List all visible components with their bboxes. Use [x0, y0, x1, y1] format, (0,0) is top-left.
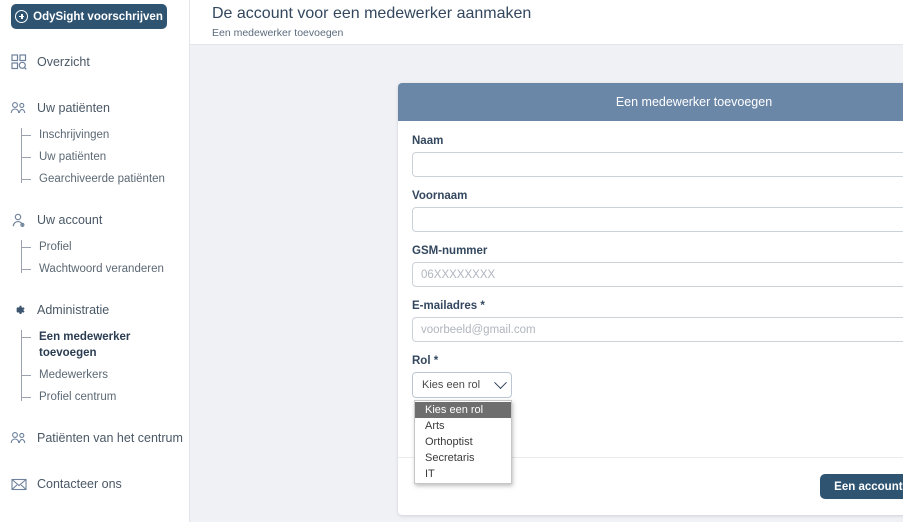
sidebar-subitem-uw-patienten[interactable]: Uw patiënten: [22, 146, 190, 168]
nav-group-patienten-centrum: Patiënten van het centrum: [0, 422, 190, 454]
naam-input[interactable]: [412, 152, 903, 177]
sidebar-item-uw-account[interactable]: Uw account: [0, 204, 190, 236]
rol-options-dropdown[interactable]: Kies een rol Arts Orthoptist Secretaris …: [414, 400, 512, 484]
sidebar-subitem-gearchiveerde-patienten[interactable]: Gearchiveerde patiënten: [22, 168, 190, 190]
field-email: E-mailadres *: [412, 300, 903, 342]
field-voornaam: Voornaam: [412, 190, 903, 232]
envelope-icon: [10, 476, 27, 493]
sidebar-item-administratie[interactable]: Administratie: [0, 294, 190, 326]
rol-select[interactable]: Kies een rol: [412, 372, 512, 398]
chevron-down-icon: [494, 375, 507, 389]
prescribe-button-label: OdySight voorschrijven: [33, 10, 163, 23]
sidebar-subitem-inschrijvingen[interactable]: Inschrijvingen: [22, 124, 190, 146]
voornaam-input[interactable]: [412, 207, 903, 232]
gsm-nummer-input[interactable]: [412, 262, 903, 287]
rol-select-wrapper: Kies een rol Kies een rol Arts Orthoptis…: [412, 372, 512, 484]
nav-group-uw-account: Uw account Profiel Wachtwoord veranderen: [0, 204, 190, 280]
nav-group-contacteer-ons: Contacteer ons: [0, 468, 190, 500]
card-title: Een medewerker toevoegen: [398, 83, 903, 121]
person-icon: [10, 212, 27, 229]
sidebar-sublist-uw-account: Profiel Wachtwoord veranderen: [0, 236, 190, 280]
rol-option-kies-een-rol[interactable]: Kies een rol: [415, 402, 511, 418]
sidebar-nav: Overzicht Uw patiënten Inschrijvingen Uw…: [0, 46, 190, 500]
add-employee-card: Een medewerker toevoegen Naam Voornaam G…: [398, 83, 903, 515]
gsm-nummer-label: GSM-nummer: [412, 245, 488, 257]
sidebar-item-label: Contacteer ons: [37, 477, 122, 491]
voornaam-label: Voornaam: [412, 190, 468, 202]
sidebar-sublist-uw-patienten: Inschrijvingen Uw patiënten Gearchiveerd…: [0, 124, 190, 190]
field-rol: Rol * Kies een rol Kies een rol Arts Ort…: [412, 355, 903, 484]
page-header: De account voor een medewerker aanmaken …: [190, 0, 903, 45]
email-label: E-mailadres *: [412, 300, 485, 312]
dashboard-search-icon: [10, 54, 27, 71]
email-input[interactable]: [412, 317, 903, 342]
rol-option-secretaris[interactable]: Secretaris: [415, 450, 511, 466]
sidebar-item-uw-patienten[interactable]: Uw patiënten: [0, 92, 190, 124]
sidebar-item-overzicht[interactable]: Overzicht: [0, 46, 190, 78]
nav-group-overzicht: Overzicht: [0, 46, 190, 78]
field-gsm-nummer: GSM-nummer: [412, 245, 903, 287]
page-subtitle: Een medewerker toevoegen: [212, 27, 344, 39]
sidebar-item-patienten-van-het-centrum[interactable]: Patiënten van het centrum: [0, 422, 190, 454]
rol-label: Rol *: [412, 355, 439, 367]
gear-icon: [10, 302, 27, 319]
sidebar-sublist-administratie: Een medewerker toevoegen Medewerkers Pro…: [0, 326, 190, 408]
prescribe-odysight-button[interactable]: OdySight voorschrijven: [11, 4, 167, 29]
rol-option-orthoptist[interactable]: Orthoptist: [415, 434, 511, 450]
rol-option-it[interactable]: IT: [415, 466, 511, 482]
people-icon: [10, 430, 27, 447]
naam-label: Naam: [412, 135, 444, 147]
rol-option-arts[interactable]: Arts: [415, 418, 511, 434]
sidebar-item-label: Overzicht: [37, 55, 90, 69]
app-root: OdySight voorschrijven Overzicht Uw pati…: [0, 0, 903, 522]
create-account-button[interactable]: Een account aanmaken: [820, 474, 903, 499]
sidebar: OdySight voorschrijven Overzicht Uw pati…: [0, 0, 190, 522]
sidebar-subitem-een-medewerker-toevoegen[interactable]: Een medewerker toevoegen: [22, 326, 190, 364]
plus-circle-icon: [15, 10, 29, 23]
sidebar-item-label: Patiënten van het centrum: [37, 431, 183, 445]
field-naam: Naam: [412, 135, 903, 177]
sidebar-subitem-profiel-centrum[interactable]: Profiel centrum: [22, 386, 190, 408]
sidebar-item-label: Administratie: [37, 303, 110, 317]
sidebar-item-label: Uw account: [37, 213, 103, 227]
rol-selected-value: Kies een rol: [422, 379, 481, 391]
people-icon: [10, 100, 27, 117]
sidebar-subitem-medewerkers[interactable]: Medewerkers: [22, 364, 190, 386]
card-body: Naam Voornaam GSM-nummer E-mailadres * R: [398, 121, 903, 484]
nav-group-uw-patienten: Uw patiënten Inschrijvingen Uw patiënten…: [0, 92, 190, 190]
sidebar-subitem-profiel[interactable]: Profiel: [22, 236, 190, 258]
nav-group-administratie: Administratie Een medewerker toevoegen M…: [0, 294, 190, 408]
page-title: De account voor een medewerker aanmaken: [212, 5, 532, 22]
sidebar-subitem-wachtwoord-veranderen[interactable]: Wachtwoord veranderen: [22, 258, 190, 280]
sidebar-item-label: Uw patiënten: [37, 101, 110, 115]
main-content: De account voor een medewerker aanmaken …: [190, 0, 903, 522]
sidebar-item-contacteer-ons[interactable]: Contacteer ons: [0, 468, 190, 500]
